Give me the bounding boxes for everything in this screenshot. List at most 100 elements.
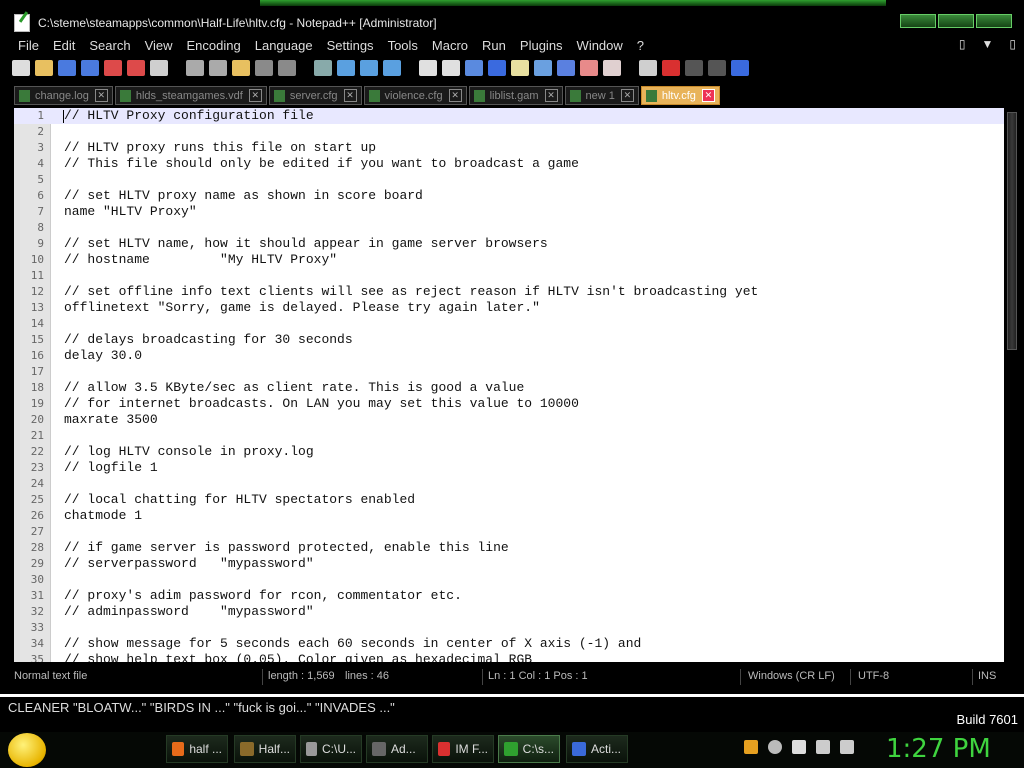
editor-line[interactable]: 17 — [14, 364, 1004, 380]
menu-language[interactable]: Language — [249, 37, 321, 54]
function-list-icon[interactable] — [557, 60, 575, 76]
editor-line[interactable]: 30 — [14, 572, 1004, 588]
taskbar-button[interactable]: Ad... — [366, 735, 428, 763]
save-macro-icon[interactable] — [731, 60, 749, 76]
menu-encoding[interactable]: Encoding — [181, 37, 249, 54]
editor-line[interactable]: 5 — [14, 172, 1004, 188]
line-text[interactable]: // set HLTV proxy name as shown in score… — [64, 188, 423, 204]
cut-icon[interactable] — [186, 60, 204, 76]
editor-line[interactable]: 35 // show help text box (0.05). Color gi… — [14, 652, 1004, 662]
line-text[interactable]: // This file should only be edited if yo… — [64, 156, 579, 172]
editor-line[interactable]: 1 // HLTV Proxy configuration file — [14, 108, 1004, 124]
taskbar-button[interactable]: half ... — [166, 735, 228, 763]
tab-new-1[interactable]: new 1 ✕ — [564, 86, 639, 105]
editor-lines[interactable]: 1// HLTV Proxy configuration file 2 3// HL… — [14, 108, 1004, 662]
find-icon[interactable] — [314, 60, 332, 76]
action-center-icon[interactable] — [792, 740, 806, 754]
editor-line[interactable]: 8 — [14, 220, 1004, 236]
editor-line[interactable]: 4 // This file should only be edited if y… — [14, 156, 1004, 172]
menu-run[interactable]: Run — [476, 37, 514, 54]
editor-line[interactable]: 11 — [14, 268, 1004, 284]
line-text[interactable]: // hostname "My HLTV Proxy" — [64, 252, 337, 268]
tab-close-icon[interactable]: ✕ — [701, 89, 715, 102]
editor-line[interactable]: 29 // serverpassword "mypassword" — [14, 556, 1004, 572]
stop-macro-icon[interactable] — [662, 60, 680, 76]
line-text[interactable]: chatmode 1 — [64, 508, 142, 524]
line-text[interactable]: // HLTV Proxy configuration file — [64, 108, 314, 124]
editor-line[interactable]: 13 offlinetext "Sorry, game is delayed. P… — [14, 300, 1004, 316]
save-all-icon[interactable] — [81, 60, 99, 76]
taskbar-button[interactable]: Acti... — [566, 735, 628, 763]
editor-line[interactable]: 21 — [14, 428, 1004, 444]
vertical-scrollbar[interactable] — [1004, 108, 1018, 662]
monitoring-icon[interactable] — [603, 60, 621, 76]
scrollbar-thumb[interactable] — [1007, 112, 1017, 350]
messenger-icon[interactable] — [768, 740, 782, 754]
line-text[interactable]: name "HLTV Proxy" — [64, 204, 197, 220]
line-text[interactable]: delay 30.0 — [64, 348, 142, 364]
menu-right-control[interactable]: ▯ — [1009, 37, 1016, 51]
editor-line[interactable]: 3 // HLTV proxy runs this file on start u… — [14, 140, 1004, 156]
tab-hlds-steamgames-vdf[interactable]: hlds_steamgames.vdf ✕ — [114, 86, 267, 105]
editor-line[interactable]: 12 // set offline info text clients will … — [14, 284, 1004, 300]
tab-violence-cfg[interactable]: violence.cfg ✕ — [363, 86, 467, 105]
run-macro-multiple-icon[interactable] — [708, 60, 726, 76]
tab-close-icon[interactable]: ✕ — [248, 89, 262, 102]
editor-line[interactable]: 27 — [14, 524, 1004, 540]
search-icon[interactable] — [744, 740, 758, 754]
volume-icon[interactable] — [840, 740, 854, 754]
undo-icon[interactable] — [255, 60, 273, 76]
editor-line[interactable]: 22 // log HLTV console in proxy.log — [14, 444, 1004, 460]
word-wrap-icon[interactable] — [465, 60, 483, 76]
open-file-icon[interactable] — [35, 60, 53, 76]
line-text[interactable]: // adminpassword "mypassword" — [64, 604, 314, 620]
replace-icon[interactable] — [337, 60, 355, 76]
line-text[interactable]: // for internet broadcasts. On LAN you m… — [64, 396, 579, 412]
line-text[interactable]: // proxy's adim password for rcon, comme… — [64, 588, 462, 604]
minimize-button[interactable] — [900, 14, 936, 28]
maximize-button[interactable] — [938, 14, 974, 28]
line-text[interactable]: // logfile 1 — [64, 460, 158, 476]
notepadpp-app-icon[interactable] — [14, 14, 30, 32]
indent-guide-icon[interactable] — [511, 60, 529, 76]
menu-help[interactable]: ? — [631, 37, 652, 54]
editor-line[interactable]: 18 // allow 3.5 KByte/sec as client rate.… — [14, 380, 1004, 396]
editor-line[interactable]: 24 — [14, 476, 1004, 492]
editor-line[interactable]: 34 // show message for 5 seconds each 60 … — [14, 636, 1004, 652]
document-map-icon[interactable] — [534, 60, 552, 76]
save-icon[interactable] — [58, 60, 76, 76]
menu-view[interactable]: View — [139, 37, 181, 54]
tab-server-cfg[interactable]: server.cfg ✕ — [268, 86, 362, 105]
show-all-chars-icon[interactable] — [488, 60, 506, 76]
close-button[interactable] — [976, 14, 1012, 28]
editor-line[interactable]: 16 delay 30.0 — [14, 348, 1004, 364]
zoom-in-icon[interactable] — [360, 60, 378, 76]
copy-icon[interactable] — [209, 60, 227, 76]
close-all-icon[interactable] — [127, 60, 145, 76]
line-text[interactable]: // show message for 5 seconds each 60 se… — [64, 636, 641, 652]
paste-icon[interactable] — [232, 60, 250, 76]
tab-close-icon[interactable]: ✕ — [544, 89, 558, 102]
network-icon[interactable] — [816, 740, 830, 754]
line-text[interactable]: // allow 3.5 KByte/sec as client rate. T… — [64, 380, 524, 396]
taskbar-button[interactable]: IM F... — [432, 735, 494, 763]
folder-workspace-icon[interactable] — [580, 60, 598, 76]
menu-settings[interactable]: Settings — [321, 37, 382, 54]
editor-line[interactable]: 10 // hostname "My HLTV Proxy" — [14, 252, 1004, 268]
menu-right-control[interactable]: ▯ — [959, 37, 966, 51]
menu-right-control[interactable]: ▼ — [982, 37, 994, 51]
line-text[interactable]: // HLTV proxy runs this file on start up — [64, 140, 376, 156]
editor-line[interactable]: 20 maxrate 3500 — [14, 412, 1004, 428]
tab-close-icon[interactable]: ✕ — [94, 89, 108, 102]
zoom-out-icon[interactable] — [383, 60, 401, 76]
line-text[interactable]: maxrate 3500 — [64, 412, 158, 428]
record-macro-icon[interactable] — [639, 60, 657, 76]
editor-line[interactable]: 6 // set HLTV proxy name as shown in scor… — [14, 188, 1004, 204]
editor-line[interactable]: 15 // delays broadcasting for 30 seconds — [14, 332, 1004, 348]
editor-line[interactable]: 25 // local chatting for HLTV spectators … — [14, 492, 1004, 508]
line-text[interactable]: // delays broadcasting for 30 seconds — [64, 332, 353, 348]
tab-hltv-cfg[interactable]: hltv.cfg ✕ — [640, 86, 720, 105]
clock[interactable]: 1:27 PM — [886, 734, 991, 764]
editor-line[interactable]: 31 // proxy's adim password for rcon, com… — [14, 588, 1004, 604]
redo-icon[interactable] — [278, 60, 296, 76]
